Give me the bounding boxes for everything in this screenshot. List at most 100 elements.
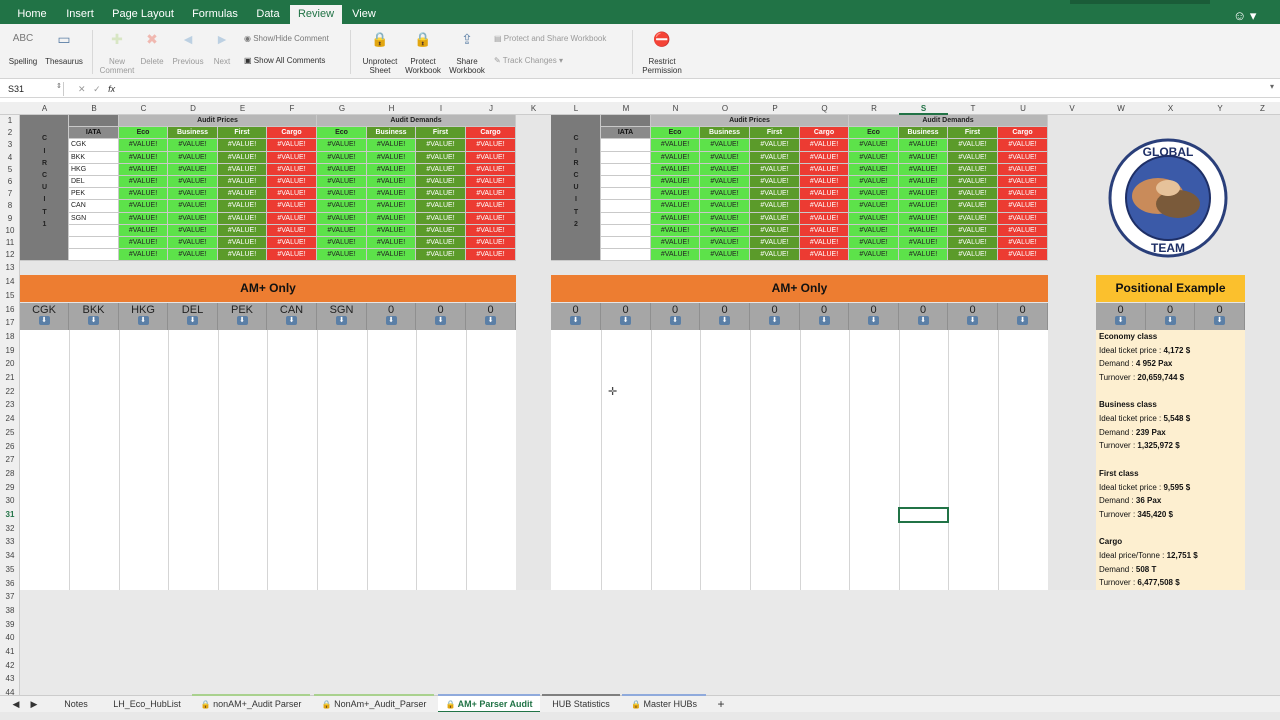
column-header[interactable]: E bbox=[218, 102, 267, 115]
dropdown-arrow-icon[interactable]: ⬇ bbox=[818, 315, 830, 325]
row-header[interactable]: 19 bbox=[0, 344, 20, 358]
row-header[interactable]: 30 bbox=[0, 494, 20, 508]
value-error-cell[interactable]: #VALUE! bbox=[948, 188, 998, 201]
sheet-tab[interactable]: LH_Eco_HubList bbox=[104, 696, 190, 713]
add-sheet-button[interactable]: + bbox=[712, 696, 730, 713]
value-error-cell[interactable]: #VALUE! bbox=[750, 200, 800, 213]
row-header[interactable]: 42 bbox=[0, 659, 20, 673]
row-header[interactable]: 40 bbox=[0, 631, 20, 645]
row-header[interactable]: 38 bbox=[0, 604, 20, 618]
value-error-cell[interactable]: #VALUE! bbox=[119, 224, 168, 237]
value-error-cell[interactable]: #VALUE! bbox=[899, 249, 948, 262]
row-header[interactable]: 41 bbox=[0, 645, 20, 659]
hub-cell[interactable]: BKK ⬇ bbox=[69, 302, 119, 330]
value-error-cell[interactable]: #VALUE! bbox=[651, 151, 700, 164]
dropdown-arrow-icon[interactable]: ⬇ bbox=[868, 315, 879, 325]
value-error-cell[interactable]: #VALUE! bbox=[119, 249, 168, 262]
dropdown-arrow-icon[interactable]: ⬇ bbox=[485, 315, 496, 325]
expand-formula-icon[interactable]: ▾ bbox=[1270, 82, 1274, 91]
value-error-cell[interactable]: #VALUE! bbox=[416, 249, 466, 262]
value-error-cell[interactable]: #VALUE! bbox=[700, 163, 750, 176]
value-error-cell[interactable]: #VALUE! bbox=[218, 163, 267, 176]
iata-cell[interactable] bbox=[69, 224, 119, 237]
iata-cell[interactable] bbox=[601, 200, 651, 213]
value-error-cell[interactable]: #VALUE! bbox=[416, 163, 466, 176]
feedback-smiley-icon[interactable]: ☺ ▾ bbox=[1233, 8, 1256, 24]
row-header[interactable]: 17 bbox=[0, 316, 20, 330]
value-error-cell[interactable]: #VALUE! bbox=[899, 200, 948, 213]
hub-cell[interactable]: HKG ⬇ bbox=[119, 302, 168, 330]
column-header[interactable]: I bbox=[416, 102, 466, 115]
value-error-cell[interactable]: #VALUE! bbox=[367, 163, 416, 176]
value-error-cell[interactable]: #VALUE! bbox=[267, 176, 317, 189]
value-error-cell[interactable]: #VALUE! bbox=[317, 224, 367, 237]
value-error-cell[interactable]: #VALUE! bbox=[750, 188, 800, 201]
row-header[interactable]: 34 bbox=[0, 549, 20, 563]
value-error-cell[interactable]: #VALUE! bbox=[168, 212, 218, 225]
hub-cell[interactable]: 0 ⬇ bbox=[1096, 302, 1146, 330]
value-error-cell[interactable]: #VALUE! bbox=[317, 200, 367, 213]
value-error-cell[interactable]: #VALUE! bbox=[948, 249, 998, 262]
row-header[interactable]: 6 bbox=[0, 176, 20, 188]
value-error-cell[interactable]: #VALUE! bbox=[218, 237, 267, 250]
value-error-cell[interactable]: #VALUE! bbox=[700, 249, 750, 262]
value-error-cell[interactable]: #VALUE! bbox=[218, 188, 267, 201]
value-error-cell[interactable]: #VALUE! bbox=[899, 212, 948, 225]
value-error-cell[interactable]: #VALUE! bbox=[218, 249, 267, 262]
value-error-cell[interactable]: #VALUE! bbox=[800, 200, 849, 213]
dropdown-arrow-icon[interactable]: ⬇ bbox=[286, 315, 297, 325]
value-error-cell[interactable]: #VALUE! bbox=[416, 200, 466, 213]
row-header[interactable]: 20 bbox=[0, 357, 20, 371]
value-error-cell[interactable]: #VALUE! bbox=[750, 176, 800, 189]
sheet-tab[interactable]: 🔒 Master HUBs bbox=[622, 694, 706, 713]
thesaurus-button[interactable]: ▭ Thesaurus bbox=[42, 24, 86, 66]
value-error-cell[interactable]: #VALUE! bbox=[800, 139, 849, 152]
tab-formulas[interactable]: Formulas bbox=[186, 5, 244, 24]
value-error-cell[interactable]: #VALUE! bbox=[948, 224, 998, 237]
column-header[interactable]: N bbox=[651, 102, 700, 115]
value-error-cell[interactable]: #VALUE! bbox=[267, 151, 317, 164]
row-header[interactable]: 13 bbox=[0, 261, 20, 275]
value-error-cell[interactable]: #VALUE! bbox=[899, 163, 948, 176]
hub-cell[interactable]: 0 ⬇ bbox=[601, 302, 651, 330]
value-error-cell[interactable]: #VALUE! bbox=[948, 176, 998, 189]
value-error-cell[interactable]: #VALUE! bbox=[367, 237, 416, 250]
value-error-cell[interactable]: #VALUE! bbox=[267, 200, 317, 213]
value-error-cell[interactable]: #VALUE! bbox=[899, 237, 948, 250]
iata-cell[interactable] bbox=[601, 139, 651, 152]
value-error-cell[interactable]: #VALUE! bbox=[800, 163, 849, 176]
row-header[interactable]: 4 bbox=[0, 152, 20, 164]
sheet-tab[interactable]: Notes bbox=[56, 696, 96, 713]
value-error-cell[interactable]: #VALUE! bbox=[750, 163, 800, 176]
value-error-cell[interactable]: #VALUE! bbox=[168, 176, 218, 189]
fx-icon[interactable]: fx bbox=[108, 84, 115, 94]
value-error-cell[interactable]: #VALUE! bbox=[849, 237, 899, 250]
value-error-cell[interactable]: #VALUE! bbox=[651, 139, 700, 152]
row-header[interactable]: 1 bbox=[0, 115, 20, 127]
value-error-cell[interactable]: #VALUE! bbox=[750, 249, 800, 262]
sheet-tab[interactable]: 🔒 AM+ Parser Audit bbox=[438, 694, 540, 713]
value-error-cell[interactable]: #VALUE! bbox=[750, 151, 800, 164]
restrict-permission-button[interactable]: ⛔ Restrict Permission bbox=[640, 24, 684, 75]
value-error-cell[interactable]: #VALUE! bbox=[168, 237, 218, 250]
row-header[interactable]: 18 bbox=[0, 330, 20, 344]
value-error-cell[interactable]: #VALUE! bbox=[948, 212, 998, 225]
value-error-cell[interactable]: #VALUE! bbox=[948, 237, 998, 250]
dropdown-arrow-icon[interactable]: ⬇ bbox=[137, 315, 149, 325]
row-header[interactable]: 22 bbox=[0, 385, 20, 399]
value-error-cell[interactable]: #VALUE! bbox=[466, 188, 516, 201]
value-error-cell[interactable]: #VALUE! bbox=[317, 212, 367, 225]
spreadsheet-grid[interactable]: C I R C U I T 1 IATA CGK BKK HKG DEL PEK CAN SGN Audit P… bbox=[20, 115, 1280, 695]
value-error-cell[interactable]: #VALUE! bbox=[466, 200, 516, 213]
value-error-cell[interactable]: #VALUE! bbox=[267, 237, 317, 250]
value-error-cell[interactable]: #VALUE! bbox=[367, 200, 416, 213]
value-error-cell[interactable]: #VALUE! bbox=[416, 176, 466, 189]
row-header[interactable]: 23 bbox=[0, 398, 20, 412]
value-error-cell[interactable]: #VALUE! bbox=[849, 139, 899, 152]
value-error-cell[interactable]: #VALUE! bbox=[849, 200, 899, 213]
row-header[interactable]: 33 bbox=[0, 535, 20, 549]
dropdown-arrow-icon[interactable]: ⬇ bbox=[236, 315, 248, 325]
value-error-cell[interactable]: #VALUE! bbox=[168, 224, 218, 237]
iata-cell[interactable]: BKK bbox=[69, 151, 119, 164]
value-error-cell[interactable]: #VALUE! bbox=[651, 212, 700, 225]
